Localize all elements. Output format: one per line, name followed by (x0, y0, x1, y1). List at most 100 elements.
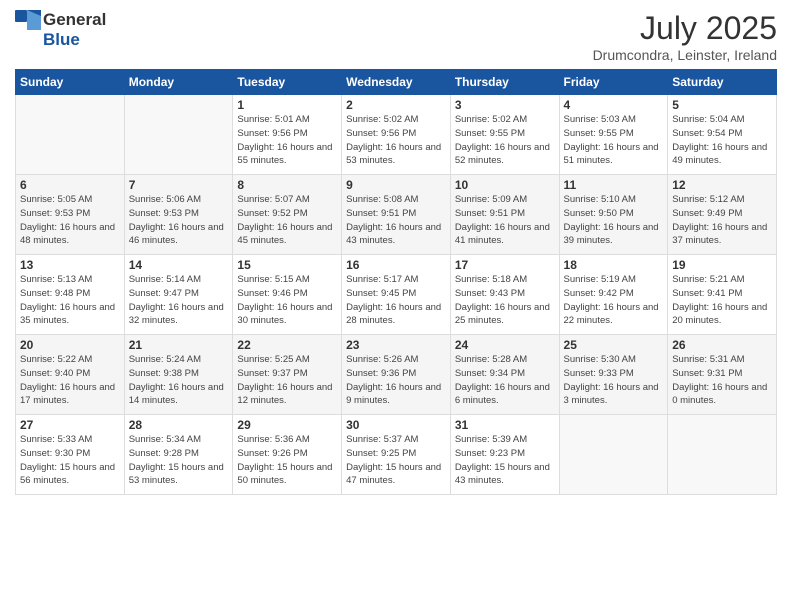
day-detail: Sunrise: 5:21 AM Sunset: 9:41 PM Dayligh… (672, 273, 772, 328)
calendar-week-row: 6Sunrise: 5:05 AM Sunset: 9:53 PM Daylig… (16, 175, 777, 255)
table-row: 7Sunrise: 5:06 AM Sunset: 9:53 PM Daylig… (124, 175, 233, 255)
calendar-week-row: 13Sunrise: 5:13 AM Sunset: 9:48 PM Dayli… (16, 255, 777, 335)
table-row: 9Sunrise: 5:08 AM Sunset: 9:51 PM Daylig… (342, 175, 451, 255)
day-number: 26 (672, 338, 772, 352)
table-row: 30Sunrise: 5:37 AM Sunset: 9:25 PM Dayli… (342, 415, 451, 495)
day-number: 17 (455, 258, 555, 272)
table-row: 19Sunrise: 5:21 AM Sunset: 9:41 PM Dayli… (668, 255, 777, 335)
day-number: 30 (346, 418, 446, 432)
day-detail: Sunrise: 5:01 AM Sunset: 9:56 PM Dayligh… (237, 113, 337, 168)
day-number: 14 (129, 258, 229, 272)
logo-general: General (43, 10, 106, 30)
table-row: 29Sunrise: 5:36 AM Sunset: 9:26 PM Dayli… (233, 415, 342, 495)
table-row: 8Sunrise: 5:07 AM Sunset: 9:52 PM Daylig… (233, 175, 342, 255)
table-row (124, 95, 233, 175)
col-tuesday: Tuesday (233, 70, 342, 95)
table-row: 11Sunrise: 5:10 AM Sunset: 9:50 PM Dayli… (559, 175, 668, 255)
day-number: 31 (455, 418, 555, 432)
day-number: 10 (455, 178, 555, 192)
table-row: 17Sunrise: 5:18 AM Sunset: 9:43 PM Dayli… (450, 255, 559, 335)
table-row: 4Sunrise: 5:03 AM Sunset: 9:55 PM Daylig… (559, 95, 668, 175)
day-detail: Sunrise: 5:03 AM Sunset: 9:55 PM Dayligh… (564, 113, 664, 168)
day-number: 27 (20, 418, 120, 432)
day-number: 9 (346, 178, 446, 192)
day-number: 24 (455, 338, 555, 352)
day-number: 5 (672, 98, 772, 112)
col-sunday: Sunday (16, 70, 125, 95)
day-detail: Sunrise: 5:07 AM Sunset: 9:52 PM Dayligh… (237, 193, 337, 248)
title-block: July 2025 Drumcondra, Leinster, Ireland (593, 10, 777, 63)
table-row: 1Sunrise: 5:01 AM Sunset: 9:56 PM Daylig… (233, 95, 342, 175)
table-row: 21Sunrise: 5:24 AM Sunset: 9:38 PM Dayli… (124, 335, 233, 415)
day-detail: Sunrise: 5:19 AM Sunset: 9:42 PM Dayligh… (564, 273, 664, 328)
day-detail: Sunrise: 5:09 AM Sunset: 9:51 PM Dayligh… (455, 193, 555, 248)
table-row: 10Sunrise: 5:09 AM Sunset: 9:51 PM Dayli… (450, 175, 559, 255)
day-detail: Sunrise: 5:02 AM Sunset: 9:56 PM Dayligh… (346, 113, 446, 168)
day-detail: Sunrise: 5:33 AM Sunset: 9:30 PM Dayligh… (20, 433, 120, 488)
day-detail: Sunrise: 5:25 AM Sunset: 9:37 PM Dayligh… (237, 353, 337, 408)
col-friday: Friday (559, 70, 668, 95)
table-row (16, 95, 125, 175)
table-row: 26Sunrise: 5:31 AM Sunset: 9:31 PM Dayli… (668, 335, 777, 415)
day-number: 1 (237, 98, 337, 112)
calendar-header-row: Sunday Monday Tuesday Wednesday Thursday… (16, 70, 777, 95)
table-row: 23Sunrise: 5:26 AM Sunset: 9:36 PM Dayli… (342, 335, 451, 415)
day-detail: Sunrise: 5:15 AM Sunset: 9:46 PM Dayligh… (237, 273, 337, 328)
logo-icon (15, 10, 41, 30)
table-row (559, 415, 668, 495)
day-detail: Sunrise: 5:05 AM Sunset: 9:53 PM Dayligh… (20, 193, 120, 248)
calendar-table: Sunday Monday Tuesday Wednesday Thursday… (15, 69, 777, 495)
day-detail: Sunrise: 5:37 AM Sunset: 9:25 PM Dayligh… (346, 433, 446, 488)
col-saturday: Saturday (668, 70, 777, 95)
day-number: 2 (346, 98, 446, 112)
day-detail: Sunrise: 5:17 AM Sunset: 9:45 PM Dayligh… (346, 273, 446, 328)
table-row: 14Sunrise: 5:14 AM Sunset: 9:47 PM Dayli… (124, 255, 233, 335)
table-row: 3Sunrise: 5:02 AM Sunset: 9:55 PM Daylig… (450, 95, 559, 175)
col-monday: Monday (124, 70, 233, 95)
day-detail: Sunrise: 5:24 AM Sunset: 9:38 PM Dayligh… (129, 353, 229, 408)
day-detail: Sunrise: 5:34 AM Sunset: 9:28 PM Dayligh… (129, 433, 229, 488)
table-row: 12Sunrise: 5:12 AM Sunset: 9:49 PM Dayli… (668, 175, 777, 255)
day-detail: Sunrise: 5:13 AM Sunset: 9:48 PM Dayligh… (20, 273, 120, 328)
day-number: 4 (564, 98, 664, 112)
table-row: 20Sunrise: 5:22 AM Sunset: 9:40 PM Dayli… (16, 335, 125, 415)
day-number: 25 (564, 338, 664, 352)
day-detail: Sunrise: 5:30 AM Sunset: 9:33 PM Dayligh… (564, 353, 664, 408)
table-row: 28Sunrise: 5:34 AM Sunset: 9:28 PM Dayli… (124, 415, 233, 495)
day-number: 13 (20, 258, 120, 272)
day-detail: Sunrise: 5:10 AM Sunset: 9:50 PM Dayligh… (564, 193, 664, 248)
table-row: 18Sunrise: 5:19 AM Sunset: 9:42 PM Dayli… (559, 255, 668, 335)
day-detail: Sunrise: 5:22 AM Sunset: 9:40 PM Dayligh… (20, 353, 120, 408)
month-title: July 2025 (593, 10, 777, 47)
day-number: 20 (20, 338, 120, 352)
calendar-week-row: 1Sunrise: 5:01 AM Sunset: 9:56 PM Daylig… (16, 95, 777, 175)
day-detail: Sunrise: 5:02 AM Sunset: 9:55 PM Dayligh… (455, 113, 555, 168)
day-detail: Sunrise: 5:28 AM Sunset: 9:34 PM Dayligh… (455, 353, 555, 408)
day-detail: Sunrise: 5:26 AM Sunset: 9:36 PM Dayligh… (346, 353, 446, 408)
day-number: 8 (237, 178, 337, 192)
calendar-week-row: 20Sunrise: 5:22 AM Sunset: 9:40 PM Dayli… (16, 335, 777, 415)
day-number: 16 (346, 258, 446, 272)
table-row: 27Sunrise: 5:33 AM Sunset: 9:30 PM Dayli… (16, 415, 125, 495)
day-detail: Sunrise: 5:18 AM Sunset: 9:43 PM Dayligh… (455, 273, 555, 328)
table-row: 13Sunrise: 5:13 AM Sunset: 9:48 PM Dayli… (16, 255, 125, 335)
day-number: 15 (237, 258, 337, 272)
table-row: 25Sunrise: 5:30 AM Sunset: 9:33 PM Dayli… (559, 335, 668, 415)
page-header: General Blue July 2025 Drumcondra, Leins… (15, 10, 777, 63)
col-thursday: Thursday (450, 70, 559, 95)
day-detail: Sunrise: 5:08 AM Sunset: 9:51 PM Dayligh… (346, 193, 446, 248)
location: Drumcondra, Leinster, Ireland (593, 47, 777, 63)
day-number: 7 (129, 178, 229, 192)
day-detail: Sunrise: 5:06 AM Sunset: 9:53 PM Dayligh… (129, 193, 229, 248)
day-detail: Sunrise: 5:36 AM Sunset: 9:26 PM Dayligh… (237, 433, 337, 488)
day-number: 18 (564, 258, 664, 272)
day-detail: Sunrise: 5:04 AM Sunset: 9:54 PM Dayligh… (672, 113, 772, 168)
day-detail: Sunrise: 5:14 AM Sunset: 9:47 PM Dayligh… (129, 273, 229, 328)
calendar-week-row: 27Sunrise: 5:33 AM Sunset: 9:30 PM Dayli… (16, 415, 777, 495)
logo-blue: Blue (43, 30, 80, 50)
table-row: 15Sunrise: 5:15 AM Sunset: 9:46 PM Dayli… (233, 255, 342, 335)
table-row (668, 415, 777, 495)
day-number: 6 (20, 178, 120, 192)
table-row: 2Sunrise: 5:02 AM Sunset: 9:56 PM Daylig… (342, 95, 451, 175)
table-row: 16Sunrise: 5:17 AM Sunset: 9:45 PM Dayli… (342, 255, 451, 335)
